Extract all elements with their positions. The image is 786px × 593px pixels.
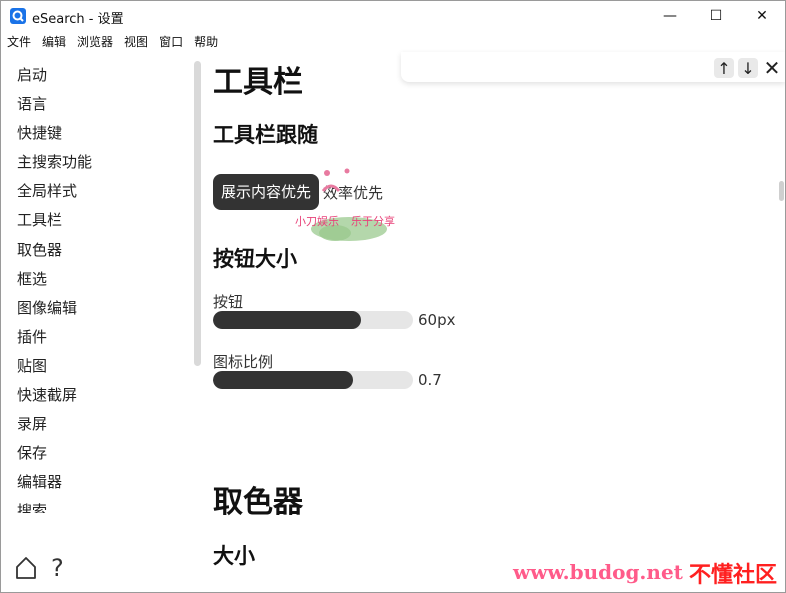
subheading-button-size: 按钮大小	[213, 247, 297, 271]
settings-window: eSearch - 设置 — ☐ ✕ 文件 编辑 浏览器 视图 窗口 帮助 启动…	[0, 0, 786, 593]
sidebar-item-editor[interactable]: 编辑器	[1, 468, 191, 497]
sidebar-item-shortcuts[interactable]: 快捷键	[1, 119, 191, 148]
watermark-seal: 小刀娱乐 乐于分享	[291, 161, 406, 266]
sidebar-item-quick-screenshot[interactable]: 快速截屏	[1, 381, 191, 410]
sidebar-footer: ?	[15, 556, 64, 580]
subheading-size: 大小	[213, 544, 255, 568]
sidebar-item-toolbar[interactable]: 工具栏	[1, 206, 191, 235]
button-size-value: 60px	[418, 311, 456, 329]
button-size-slider-fill	[213, 311, 361, 329]
sidebar-item-search[interactable]: 搜索	[1, 497, 191, 513]
help-icon[interactable]: ?	[51, 556, 64, 580]
icon-ratio-value: 0.7	[418, 371, 442, 389]
menu-help[interactable]: 帮助	[188, 33, 223, 53]
menu-browser[interactable]: 浏览器	[71, 33, 118, 53]
sidebar-item-main-search[interactable]: 主搜索功能	[1, 148, 191, 177]
sidebar-item-startup[interactable]: 启动	[1, 61, 191, 90]
maximize-button[interactable]: ☐	[693, 1, 739, 31]
content-scrollbar[interactable]	[779, 181, 784, 201]
menu-window[interactable]: 窗口	[153, 33, 188, 53]
sidebar-item-image-edit[interactable]: 图像编辑	[1, 294, 191, 323]
menu-edit[interactable]: 编辑	[36, 33, 71, 53]
menu-view[interactable]: 视图	[118, 33, 153, 53]
icon-ratio-slider[interactable]	[213, 371, 413, 389]
sidebar-item-selection[interactable]: 框选	[1, 265, 191, 294]
sidebar-scrollbar[interactable]	[194, 61, 201, 366]
sidebar-item-plugins[interactable]: 插件	[1, 323, 191, 352]
app-search-icon	[10, 8, 26, 24]
home-icon[interactable]	[15, 556, 37, 580]
menu-file[interactable]: 文件	[1, 33, 36, 53]
icon-ratio-slider-fill	[213, 371, 353, 389]
sidebar-item-language[interactable]: 语言	[1, 90, 191, 119]
svg-text:乐于分享: 乐于分享	[351, 214, 395, 228]
title-bar: eSearch - 设置 — ☐ ✕	[1, 1, 785, 31]
settings-content: 工具栏 工具栏跟随 展示内容优先 效率优先 按钮大小 按钮 60px 图标比例 …	[213, 53, 773, 592]
find-previous-button[interactable]: ↑	[714, 58, 734, 78]
find-next-button[interactable]: ↓	[738, 58, 758, 78]
sidebar-item-save[interactable]: 保存	[1, 439, 191, 468]
subheading-toolbar-follow: 工具栏跟随	[213, 123, 318, 147]
watermark-brand: 不懂社区	[689, 563, 778, 588]
sidebar-item-color-picker[interactable]: 取色器	[1, 236, 191, 265]
watermark-url: www.budog.net	[513, 560, 683, 584]
section-heading-toolbar: 工具栏	[213, 65, 303, 100]
button-size-slider[interactable]	[213, 311, 413, 329]
settings-sidebar: 启动 语言 快捷键 主搜索功能 全局样式 工具栏 取色器 框选 图像编辑 插件 …	[1, 61, 191, 513]
close-window-button[interactable]: ✕	[739, 1, 785, 31]
menu-bar: 文件 编辑 浏览器 视图 窗口 帮助	[1, 33, 223, 53]
find-close-button[interactable]: ✕	[762, 56, 782, 80]
window-title: eSearch - 设置	[32, 12, 124, 27]
sidebar-item-record[interactable]: 录屏	[1, 410, 191, 439]
button-size-label: 按钮	[213, 293, 244, 311]
svg-text:小刀娱乐: 小刀娱乐	[295, 214, 339, 228]
icon-ratio-label: 图标比例	[213, 353, 274, 371]
sidebar-item-global-style[interactable]: 全局样式	[1, 177, 191, 206]
minimize-button[interactable]: —	[647, 1, 693, 31]
sidebar-item-pin[interactable]: 贴图	[1, 352, 191, 381]
find-bar: ↑ ↓ ✕	[401, 52, 785, 82]
section-heading-color-picker: 取色器	[213, 485, 303, 520]
